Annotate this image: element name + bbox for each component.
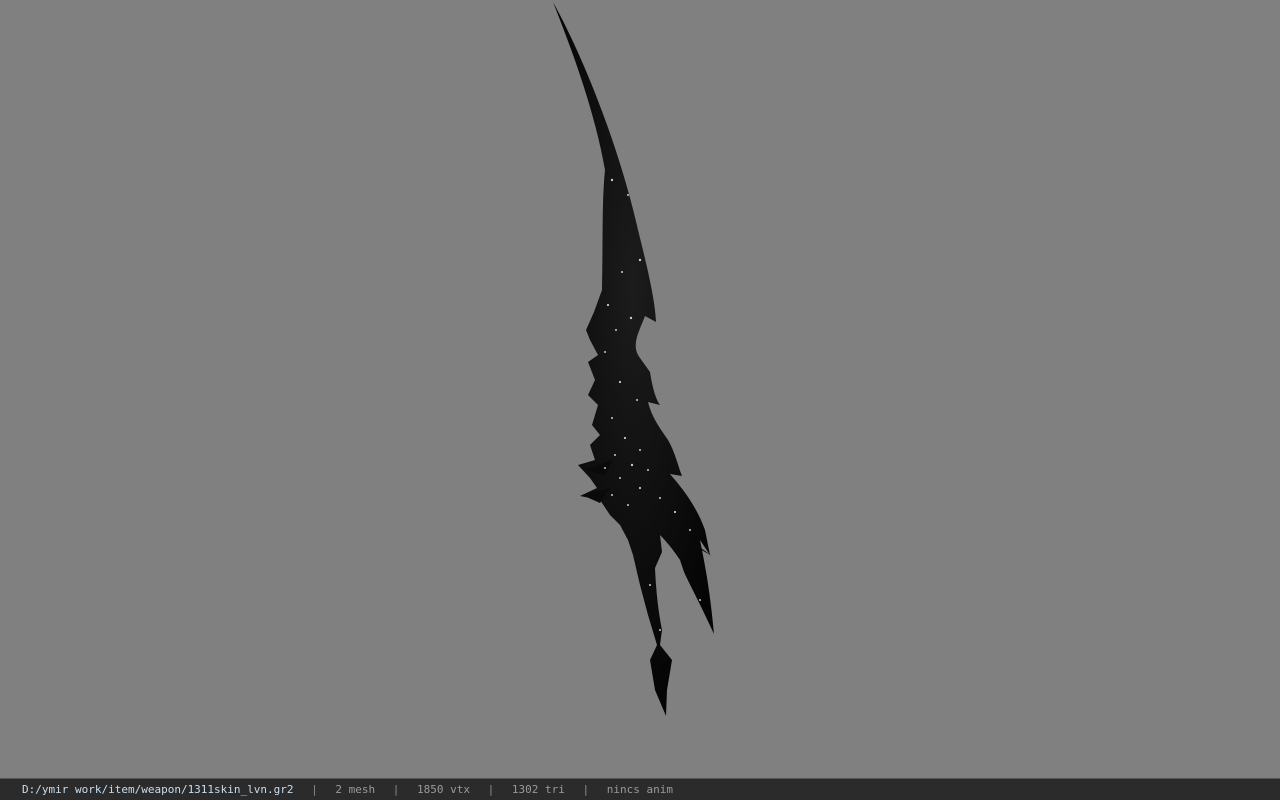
status-separator: | bbox=[582, 783, 590, 796]
status-separator: | bbox=[392, 783, 400, 796]
status-animation: nincs anim bbox=[606, 783, 673, 796]
status-file-path: D:/ymir work/item/weapon/1311skin_lvn.gr… bbox=[22, 783, 294, 796]
status-triangle-count: 1302 tri bbox=[511, 783, 565, 796]
3d-viewport[interactable] bbox=[0, 0, 1280, 778]
status-vertex-count: 1850 vtx bbox=[417, 783, 471, 796]
status-mesh-count: 2 mesh bbox=[335, 783, 376, 796]
status-bar: D:/ymir work/item/weapon/1311skin_lvn.gr… bbox=[0, 778, 1280, 800]
weapon-model bbox=[553, 2, 714, 716]
status-separator: | bbox=[311, 783, 318, 796]
status-separator: | bbox=[487, 783, 495, 796]
blade-silhouette bbox=[553, 2, 714, 716]
